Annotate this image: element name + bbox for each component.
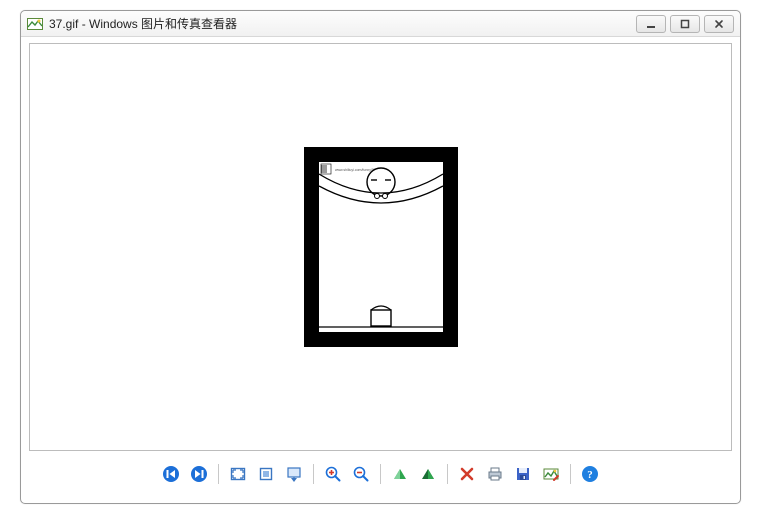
title-appname: Windows 图片和传真查看器	[89, 17, 237, 31]
previous-button[interactable]	[160, 463, 182, 485]
actual-size-button[interactable]	[255, 463, 277, 485]
svg-text:?: ?	[587, 469, 593, 481]
best-fit-button[interactable]	[227, 463, 249, 485]
displayed-image: www.shiliuyi.com/funny/531876.0	[304, 147, 458, 347]
window-title: 37.gif - Windows 图片和传真查看器	[49, 15, 636, 32]
window-controls	[636, 15, 734, 33]
next-button[interactable]	[188, 463, 210, 485]
rotate-ccw-button[interactable]	[389, 463, 411, 485]
title-sep: -	[78, 17, 89, 31]
maximize-button[interactable]	[670, 15, 700, 33]
titlebar[interactable]: 37.gif - Windows 图片和传真查看器	[21, 11, 740, 37]
save-button[interactable]	[512, 463, 534, 485]
toolbar-separator	[380, 464, 381, 484]
app-icon	[27, 16, 43, 32]
toolbar: ?	[21, 457, 740, 491]
edit-button[interactable]	[540, 463, 562, 485]
toolbar-separator	[570, 464, 571, 484]
title-filename: 37.gif	[49, 17, 78, 31]
zoom-out-button[interactable]	[350, 463, 372, 485]
image-stage: www.shiliuyi.com/funny/531876.0	[30, 44, 731, 450]
toolbar-separator	[447, 464, 448, 484]
slideshow-button[interactable]	[283, 463, 305, 485]
zoom-in-button[interactable]	[322, 463, 344, 485]
rotate-cw-button[interactable]	[417, 463, 439, 485]
toolbar-separator	[313, 464, 314, 484]
delete-button[interactable]	[456, 463, 478, 485]
close-button[interactable]	[704, 15, 734, 33]
toolbar-separator	[218, 464, 219, 484]
help-button[interactable]: ?	[579, 463, 601, 485]
minimize-button[interactable]	[636, 15, 666, 33]
print-button[interactable]	[484, 463, 506, 485]
viewer-body: www.shiliuyi.com/funny/531876.0	[29, 43, 732, 451]
app-window: 37.gif - Windows 图片和传真查看器	[20, 10, 741, 504]
